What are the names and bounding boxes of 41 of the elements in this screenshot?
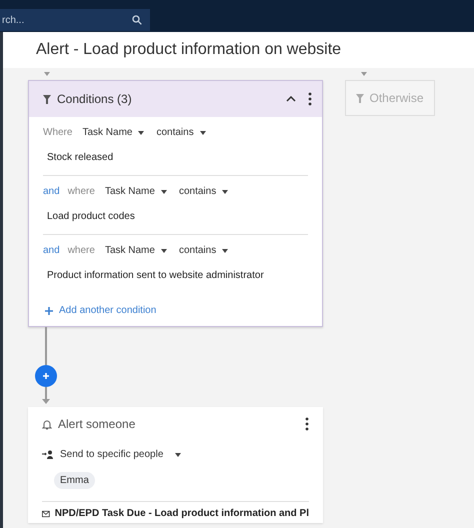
action-title: Alert someone [58, 417, 136, 431]
conjunction-label[interactable]: and [43, 186, 60, 197]
add-condition-link[interactable]: Add another condition [45, 305, 156, 316]
where-label: where [68, 186, 95, 197]
field-dropdown[interactable]: Task Name [82, 127, 144, 138]
condition-value[interactable]: Product information sent to website administrator [43, 256, 308, 293]
plus-icon [45, 306, 53, 314]
caret-icon [138, 130, 144, 134]
where-label: Where [43, 127, 72, 138]
conjunction-label[interactable]: and [43, 245, 60, 256]
add-step-button[interactable] [35, 365, 57, 387]
person-icon [42, 450, 54, 459]
recipient-dropdown[interactable]: Send to specific people [42, 449, 182, 460]
caret-icon [222, 248, 228, 252]
bell-icon [42, 418, 52, 430]
plus-icon [42, 372, 50, 380]
operator-dropdown[interactable]: contains [178, 245, 228, 256]
message-subject: NPD/EPD Task Due - Load product information and Pl [54, 508, 309, 519]
where-label: where [68, 245, 95, 256]
caret-icon [222, 190, 228, 194]
dialog-title: Alert - Load product information on website [36, 41, 342, 59]
operator-dropdown[interactable]: contains [156, 127, 206, 138]
caret-icon [200, 130, 206, 134]
search-field[interactable]: rch... [0, 9, 150, 31]
person-chip[interactable]: Emma [54, 472, 95, 489]
arrow-icon [42, 387, 50, 405]
field-dropdown[interactable]: Task Name [104, 186, 167, 197]
mail-icon [42, 510, 50, 518]
filter-icon [43, 94, 51, 104]
filter-icon [356, 94, 364, 102]
conditions-title: Conditions (3) [57, 92, 133, 106]
condition-value[interactable]: Stock released [43, 138, 308, 175]
caret-icon [175, 452, 182, 456]
field-dropdown[interactable]: Task Name [104, 245, 167, 256]
caret-icon [160, 248, 167, 252]
more-button[interactable] [305, 417, 309, 431]
caret-icon [160, 190, 167, 194]
collapse-button[interactable] [286, 96, 296, 102]
operator-dropdown[interactable]: contains [178, 186, 228, 197]
condition-value[interactable]: Load product codes [43, 197, 308, 234]
more-button[interactable] [308, 92, 312, 106]
